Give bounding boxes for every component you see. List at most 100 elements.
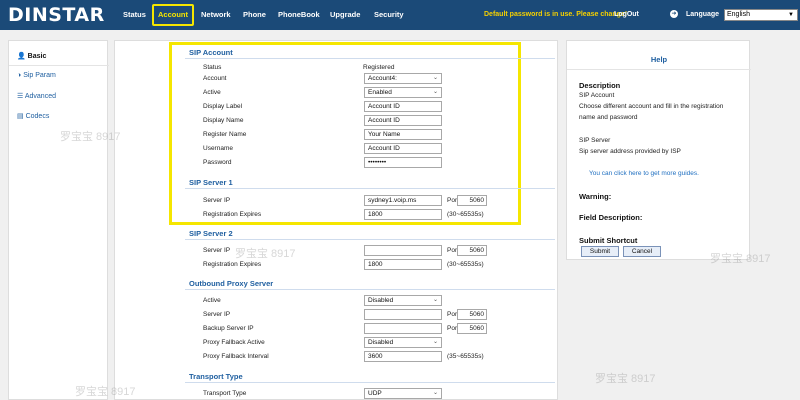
sidebar-item-label: Basic (27, 53, 47, 60)
server2-expires-range: (30~65535s) (447, 261, 484, 268)
server2-port-input[interactable]: 5060 (457, 245, 487, 256)
proxy-ip-input[interactable] (364, 309, 442, 320)
nav-phonebook[interactable]: PhoneBook (278, 10, 320, 19)
proxy-fallback-interval-range: (35~65535s) (447, 353, 484, 360)
help-guides-link[interactable]: You can click here to get more guides. (589, 170, 699, 177)
nav-network[interactable]: Network (201, 10, 231, 19)
proxy-port-input[interactable]: 5060 (457, 309, 487, 320)
section-title-sip-server-2: SIP Server 2 (189, 229, 233, 238)
sidebar-item-advanced[interactable]: ☰ Advanced (17, 92, 56, 100)
account-select[interactable]: Account4: ⌄ (364, 73, 442, 84)
proxy-active-select[interactable]: Disabled ⌄ (364, 295, 442, 306)
help-submit-shortcut-heading: Submit Shortcut (579, 236, 638, 245)
left-sidebar: 👤 Basic ◑ Sip Param ☰ Advanced ▤ Codecs (8, 40, 109, 400)
display-name-input[interactable]: Account ID (364, 115, 442, 126)
chevron-down-icon: ⌄ (432, 339, 438, 345)
sidebar-item-basic[interactable]: 👤 Basic (17, 52, 46, 60)
logout-link[interactable]: LogOut (614, 11, 639, 18)
server1-ip-label: Server IP (203, 197, 231, 204)
codecs-icon: ▤ (17, 113, 24, 120)
section-divider (185, 382, 555, 383)
help-title: Help (650, 55, 668, 64)
proxy-fallback-select-value: Disabled (368, 339, 394, 346)
help-field-description-heading: Field Description: (579, 213, 643, 222)
backup-server-ip-input[interactable] (364, 323, 442, 334)
watermark: 罗宝宝 8917 (595, 373, 656, 385)
username-label: Username (203, 145, 233, 152)
section-title-outbound-proxy: Outbound Proxy Server (189, 279, 274, 288)
proxy-fallback-active-select[interactable]: Disabled ⌄ (364, 337, 442, 348)
default-password-warning[interactable]: Default password is in use. Please chang… (484, 11, 627, 18)
half-circle-icon: ◑ (17, 72, 22, 79)
sidebar-item-sip-param[interactable]: ◑ Sip Param (17, 72, 56, 79)
nav-status[interactable]: Status (123, 10, 146, 19)
chevron-down-icon: ⌄ (432, 75, 438, 81)
brand-logo: DINSTAR (8, 4, 105, 26)
nav-account[interactable]: Account (158, 10, 188, 19)
proxy-fallback-interval-input[interactable]: 3600 (364, 351, 442, 362)
server2-ip-label: Server IP (203, 247, 231, 254)
help-warning-heading: Warning: (579, 192, 612, 201)
watermark: 罗宝宝 8917 (75, 386, 136, 398)
watermark: 罗宝宝 8917 (60, 131, 121, 143)
server1-expires-range: (30~65535s) (447, 211, 484, 218)
chevron-down-icon: ⌄ (432, 89, 438, 95)
help-description-heading: Description (579, 81, 621, 90)
active-select-value: Enabled (368, 89, 392, 96)
backup-server-ip-label: Backup Server IP (203, 325, 254, 332)
section-divider (185, 58, 555, 59)
sidebar-item-label: Sip Param (23, 72, 56, 79)
help-desc-line: name and password (579, 114, 638, 121)
server2-expires-input[interactable]: 1800 (364, 259, 442, 270)
help-desc-line: SIP Server (579, 137, 611, 144)
section-divider (185, 239, 555, 240)
server1-ip-input[interactable]: sydney1.voip.ms (364, 195, 442, 206)
proxy-active-label: Active (203, 297, 221, 304)
section-divider (185, 289, 555, 290)
sidebar-item-label: Advanced (24, 93, 56, 100)
help-panel: Help Description SIP Account Choose diff… (566, 40, 751, 260)
language-select[interactable]: English ▼ (724, 9, 798, 21)
sidebar-item-label: Codecs (25, 113, 50, 120)
account-select-value: Account4: (368, 75, 397, 82)
sidebar-item-codecs[interactable]: ▤ Codecs (17, 112, 49, 120)
logout-arrow-icon[interactable]: ➜ (670, 10, 678, 18)
password-input[interactable]: •••••••• (364, 157, 442, 168)
chevron-down-icon: ▼ (788, 12, 794, 18)
server1-port-input[interactable]: 5060 (457, 195, 487, 206)
cancel-button[interactable]: Cancel (623, 246, 661, 257)
status-value: Registered (363, 64, 395, 71)
server1-expires-input[interactable]: 1800 (364, 209, 442, 220)
nav-phone[interactable]: Phone (243, 10, 266, 19)
sidebar-divider (9, 65, 109, 66)
watermark: 罗宝宝 8917 (235, 248, 296, 260)
section-title-transport-type: Transport Type (189, 372, 243, 381)
help-desc-line: Sip server address provided by ISP (579, 148, 681, 155)
main-form-panel: SIP Account Status Registered Account Ac… (114, 40, 558, 400)
username-input[interactable]: Account ID (364, 143, 442, 154)
password-label: Password (203, 159, 232, 166)
transport-type-label: Transport Type (203, 390, 247, 397)
server2-ip-input[interactable] (364, 245, 442, 256)
chevron-down-icon: ⌄ (432, 390, 438, 396)
backup-port-input[interactable]: 5060 (457, 323, 487, 334)
user-icon: 👤 (17, 53, 26, 60)
nav-upgrade[interactable]: Upgrade (330, 10, 360, 19)
watermark: 罗宝宝 8917 (710, 253, 771, 265)
display-label-input[interactable]: Account ID (364, 101, 442, 112)
top-navigation-bar: DINSTAR Status Account Network Phone Pho… (0, 0, 800, 30)
transport-type-select[interactable]: UDP ⌄ (364, 388, 442, 399)
account-label: Account (203, 75, 227, 82)
server2-expires-label: Registration Expires (203, 261, 262, 268)
register-name-input[interactable]: Your Name (364, 129, 442, 140)
language-label: Language (686, 11, 720, 18)
nav-security[interactable]: Security (374, 10, 404, 19)
display-label-label: Display Label (203, 103, 243, 110)
language-value: English (727, 11, 750, 18)
submit-button[interactable]: Submit (581, 246, 619, 257)
register-name-label: Register Name (203, 131, 247, 138)
transport-type-select-value: UDP (368, 390, 382, 397)
help-desc-line: SIP Account (579, 92, 615, 99)
section-divider (185, 188, 555, 189)
active-select[interactable]: Enabled ⌄ (364, 87, 442, 98)
